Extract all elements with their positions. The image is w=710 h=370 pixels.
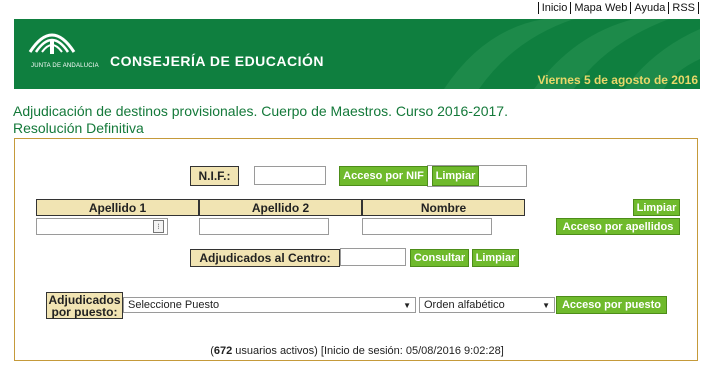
dropdown-arrow-icon: ▼ (542, 301, 550, 310)
page-title: Adjudicación de destinos provisionales. … (13, 103, 508, 137)
puesto-select-value: Seleccione Puesto (128, 299, 220, 311)
apellido1-header: Apellido 1 (36, 199, 199, 216)
top-navigation: Inicio Mapa Web Ayuda RSS (537, 2, 699, 14)
centro-label: Adjudicados al Centro: (190, 249, 340, 267)
puesto-select[interactable]: Seleccione Puesto ▼ (123, 297, 416, 313)
nif-label: N.I.F.: (190, 166, 239, 186)
page-title-line2: Resolución Definitiva (13, 120, 144, 136)
order-select[interactable]: Orden alfabético ▼ (419, 297, 555, 313)
centro-consult-button[interactable]: Consultar (410, 249, 469, 267)
order-select-value: Orden alfabético (424, 299, 505, 311)
nav-link-ayuda[interactable]: Ayuda (630, 2, 669, 14)
junta-andalucia-logo-icon[interactable] (22, 22, 82, 62)
keyboard-icon[interactable]: ⁝ (153, 220, 164, 233)
nif-access-button[interactable]: Acceso por NIF (339, 166, 428, 186)
nav-link-inicio[interactable]: Inicio (537, 2, 571, 14)
centro-clear-button[interactable]: Limpiar (472, 249, 519, 267)
nav-link-rss[interactable]: RSS (668, 2, 699, 14)
name-clear-button[interactable]: Limpiar (633, 199, 680, 216)
page-title-line1: Adjudicación de destinos provisionales. … (13, 103, 508, 119)
name-access-button[interactable]: Acceso por apellidos (556, 218, 680, 235)
nombre-header: Nombre (362, 199, 525, 216)
organization-name: CONSEJERÍA DE EDUCACIÓN (110, 53, 325, 69)
active-users-count: 672 (213, 345, 233, 357)
nif-input[interactable] (254, 166, 326, 185)
puesto-access-button[interactable]: Acceso por puesto (556, 296, 667, 314)
puesto-label-line1: Adjudicados (48, 292, 121, 307)
logo-caption: JUNTA DE ANDALUCIA (31, 63, 99, 69)
apellido2-header: Apellido 2 (199, 199, 362, 216)
nav-link-mapa-web[interactable]: Mapa Web (570, 2, 631, 14)
nif-clear-button[interactable]: Limpiar (432, 166, 479, 186)
puesto-label-line2: por puesto: (51, 304, 118, 319)
header-date: Viernes 5 de agosto de 2016 (537, 73, 698, 87)
dropdown-arrow-icon: ▼ (403, 301, 411, 310)
centro-input[interactable] (340, 248, 406, 266)
nombre-input[interactable] (362, 218, 492, 235)
search-panel: N.I.F.: Acceso por NIF Limpiar Apellido … (14, 138, 698, 361)
status-text: usuarios activos) [Inicio de sesión: 05/… (232, 345, 504, 357)
puesto-label: Adjudicados por puesto: (46, 292, 123, 319)
status-line: (672 usuarios activos) [Inicio de sesión… (15, 345, 699, 357)
apellido1-input[interactable] (36, 218, 168, 235)
apellido2-input[interactable] (199, 218, 329, 235)
header-banner: JUNTA DE ANDALUCIA CONSEJERÍA DE EDUCACI… (14, 19, 700, 89)
